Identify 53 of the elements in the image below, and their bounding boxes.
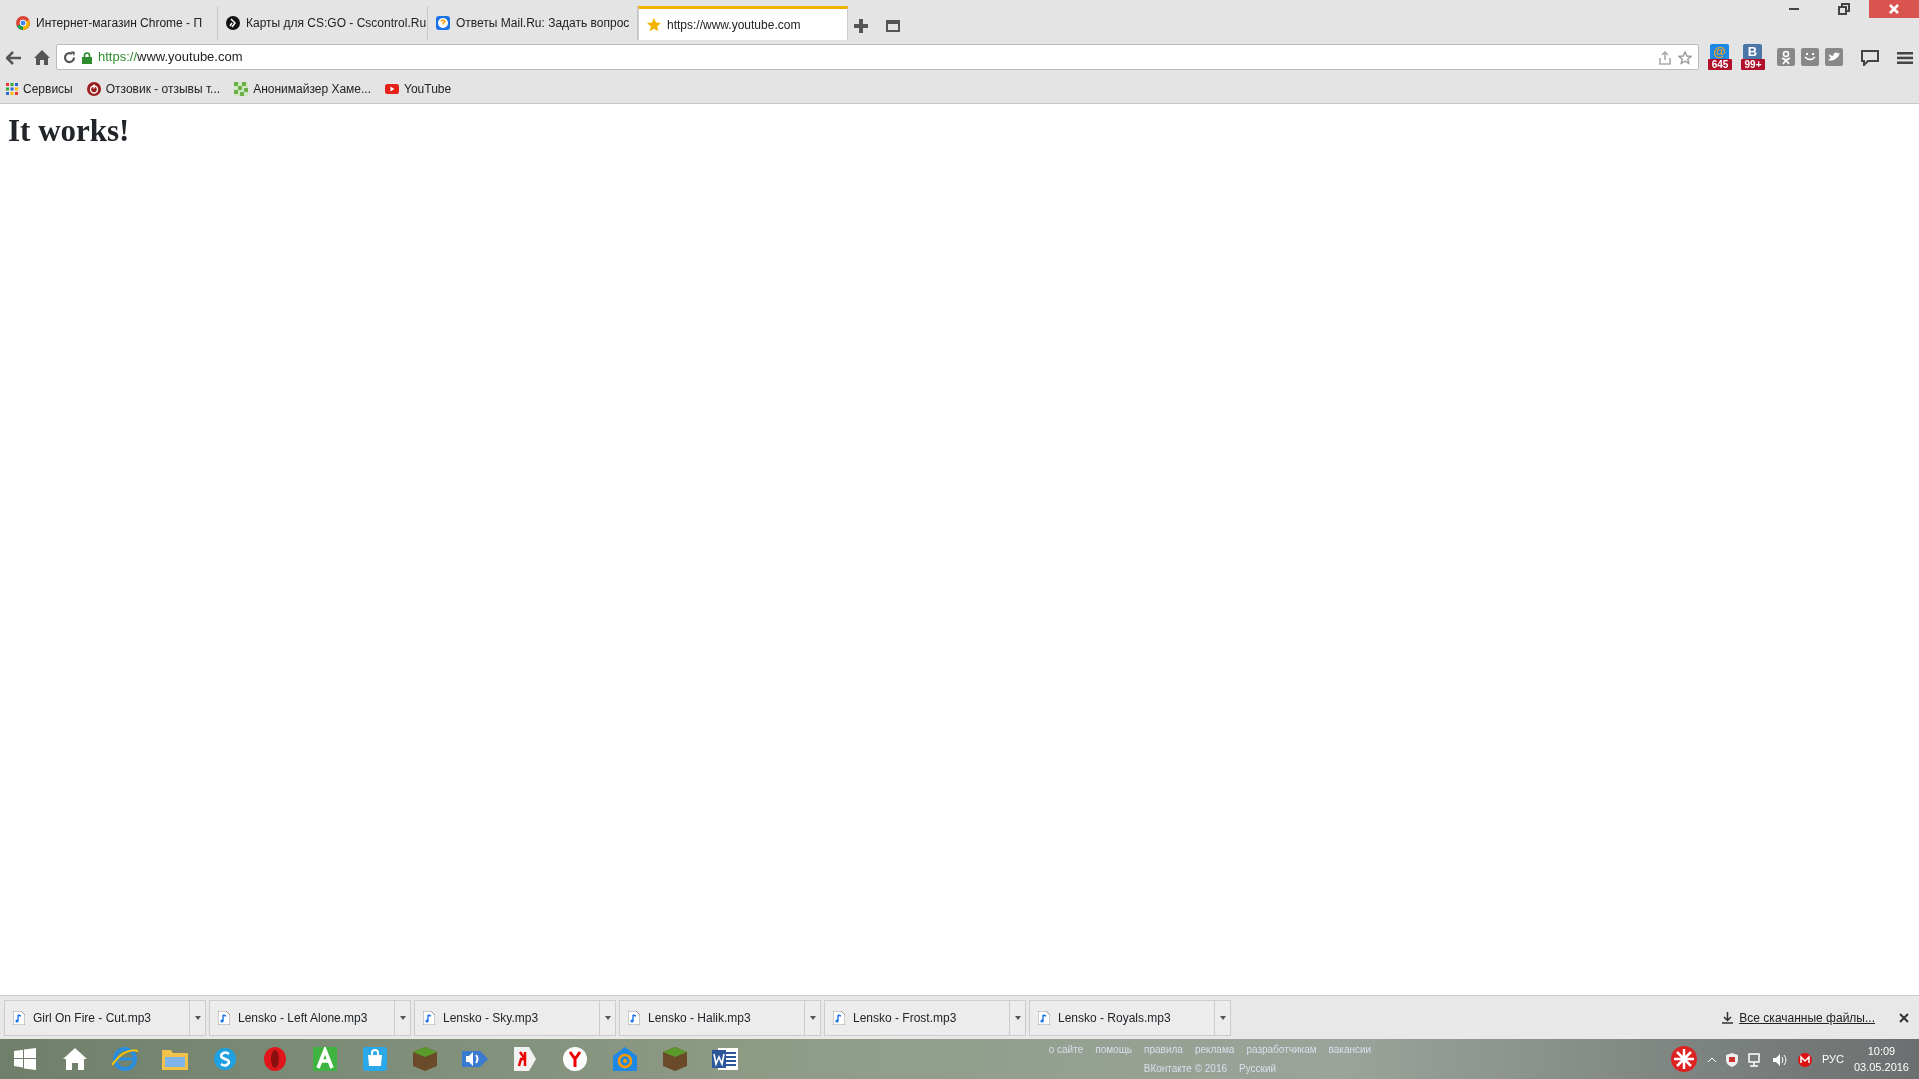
download-item[interactable]: Lensko - Frost.mp3 (824, 999, 1026, 1036)
page-heading: It works! (8, 112, 131, 150)
new-tab-icon[interactable] (854, 16, 868, 34)
file-name: Lensko - Halik.mp3 (648, 1009, 752, 1027)
home-icon[interactable] (34, 48, 50, 66)
file-name: Girl On Fire - Cut.mp3 (33, 1009, 153, 1027)
url-text: https://www.youtube.com (98, 48, 243, 67)
question-icon (436, 16, 450, 30)
music-file-icon (423, 1010, 435, 1025)
address-bar[interactable]: https://www.youtube.com (56, 44, 1699, 70)
clock-date[interactable]: 03.05.2016 (1853, 1059, 1909, 1076)
ok-icon[interactable] (1777, 47, 1795, 67)
keyboard-language[interactable]: РУС (1821, 1050, 1844, 1068)
download-item[interactable]: Lensko - Halik.mp3 (619, 999, 821, 1036)
music-file-icon (218, 1010, 230, 1025)
music-file-icon (1038, 1010, 1050, 1025)
play-icon (385, 83, 400, 94)
file-name: Lensko - Royals.mp3 (1058, 1009, 1172, 1027)
bookmark-link[interactable]: Анонимайзер Хаме... (234, 79, 372, 98)
count-badge: 99+ (1741, 59, 1765, 70)
star-icon (647, 17, 661, 32)
apps-icon (6, 82, 18, 95)
shield-icon (1725, 1050, 1738, 1068)
bookmark-link[interactable]: YouTube (385, 79, 452, 98)
count-badge: 645 (1708, 59, 1732, 70)
music-file-icon (833, 1010, 845, 1025)
network-icon (1747, 1050, 1762, 1068)
file-name: Lensko - Frost.mp3 (853, 1009, 958, 1027)
smile-icon[interactable] (1801, 47, 1819, 67)
mail-icon (1797, 1050, 1812, 1068)
download-item[interactable]: Lensko - Sky.mp3 (414, 999, 616, 1036)
back-icon[interactable] (6, 48, 22, 66)
chat-icon[interactable] (1861, 48, 1879, 66)
download-item[interactable]: Lensko - Royals.mp3 (1029, 999, 1231, 1036)
social-extension-icon[interactable]: B (1743, 44, 1762, 60)
music-file-icon (13, 1010, 25, 1025)
bookmark-link[interactable]: Отзовик - отзывы т... (86, 79, 221, 98)
download-icon (1722, 1011, 1734, 1024)
file-name: Lensko - Sky.mp3 (443, 1009, 540, 1027)
bookmark-link[interactable]: Сервисы (6, 79, 73, 98)
power-icon (86, 81, 101, 96)
download-item[interactable]: Lensko - Left Alone.mp3 (209, 999, 411, 1036)
copyright-text: ВКонтакте © 2016 (1143, 1062, 1228, 1076)
music-file-icon (628, 1010, 640, 1025)
browser-tab[interactable]: https://www.youtube.com (638, 6, 848, 40)
download-item[interactable]: Girl On Fire - Cut.mp3 (4, 999, 206, 1036)
clock-time[interactable]: 10:09 (1867, 1042, 1896, 1059)
checker-icon (234, 81, 249, 96)
app-icon[interactable] (1669, 1045, 1698, 1073)
bird-icon[interactable] (1825, 47, 1843, 67)
file-name: Lensko - Left Alone.mp3 (238, 1009, 369, 1027)
chrome-icon (16, 16, 30, 30)
all-downloads-link[interactable]: Все скачанные файлы... (1722, 1008, 1875, 1027)
